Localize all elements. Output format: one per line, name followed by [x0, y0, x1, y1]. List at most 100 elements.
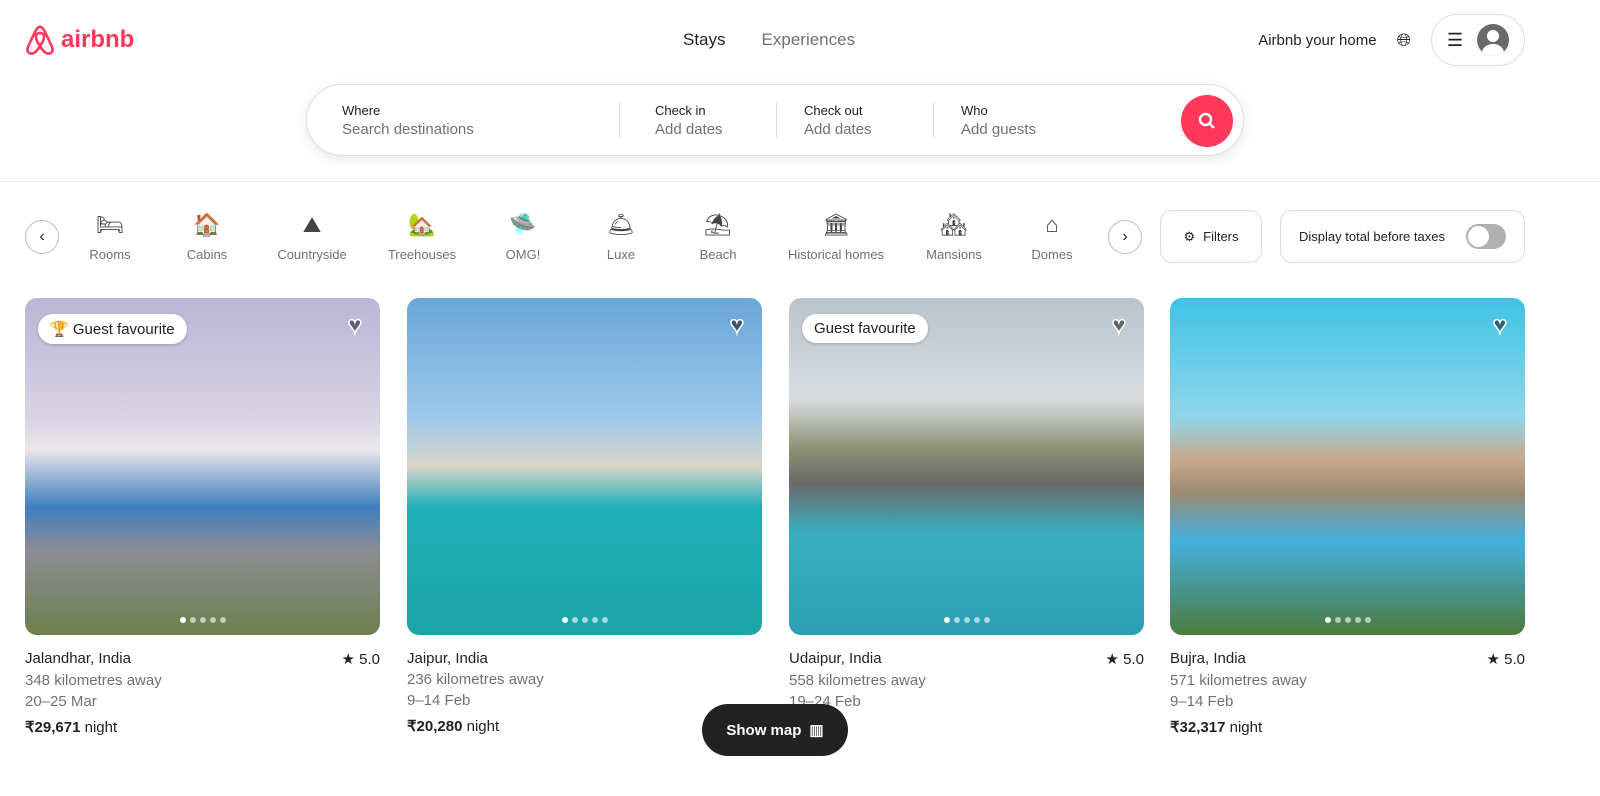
listing-photo[interactable]: 🏆 Guest favourite ♥ [25, 298, 380, 635]
category-treehouses[interactable]: 🏡 Treehouses [388, 210, 456, 262]
listing-dates: 9–14 Feb [407, 692, 471, 709]
heart-icon[interactable]: ♥ [347, 311, 363, 340]
where-label: Where [342, 102, 381, 118]
where-field[interactable]: Where Search destinations [307, 102, 619, 138]
listing-location: Udaipur, India [789, 650, 882, 667]
category-omg-[interactable]: 🛸 OMG! [506, 210, 541, 262]
filters-button[interactable]: ⚙ Filters [1160, 210, 1262, 263]
listing-dates: 19–24 Feb [789, 693, 861, 710]
user-menu-button[interactable]: ☰ [1431, 14, 1525, 66]
checkin-field[interactable]: Check in Add dates [620, 102, 776, 138]
search-icon [1198, 112, 1215, 129]
listing-photo[interactable]: ♥ [1170, 298, 1525, 635]
category-historical-homes[interactable]: 🏛 Historical homes [788, 210, 884, 262]
listing-location: Jaipur, India [407, 650, 488, 667]
brand-name: airbnb [61, 26, 135, 53]
search-button[interactable] [1181, 95, 1233, 147]
category-icon: ⛱ [704, 212, 732, 237]
category-icon: 🏡 [408, 212, 436, 237]
category-beach[interactable]: ⛱ Beach [700, 210, 737, 262]
photo-pagination-dots[interactable] [943, 617, 990, 623]
airbnb-logo[interactable]: airbnb [25, 24, 134, 56]
listing-price: ₹32,317 night [1170, 718, 1525, 736]
listing-price: ₹29,671 night [25, 718, 380, 736]
where-input[interactable]: Search destinations [342, 121, 619, 138]
category-luxe[interactable]: 🛎 Luxe [607, 210, 635, 262]
checkin-label: Check in [655, 102, 706, 118]
price-amount: ₹32,317 [1170, 719, 1226, 736]
listing-rating: ★ 5.0 [341, 651, 380, 668]
show-map-label: Show map [726, 721, 802, 739]
tab-stays[interactable]: Stays [683, 30, 726, 50]
map-icon: ▥ [809, 722, 824, 739]
tab-experiences[interactable]: Experiences [762, 30, 856, 50]
photo-pagination-dots[interactable] [1324, 617, 1371, 623]
who-value: Add guests [961, 120, 1037, 138]
globe-icon[interactable]: 🌐︎ [1397, 30, 1411, 51]
scroll-left-button[interactable]: ‹ [25, 220, 59, 254]
price-unit: night [466, 718, 500, 735]
checkin-value: Add dates [655, 120, 723, 138]
listing-card[interactable]: ♥ Jaipur, India 236 kilometres away 9–14… [407, 298, 762, 735]
price-amount: ₹20,280 [407, 718, 463, 735]
airbnb-your-home-link[interactable]: Airbnb your home [1258, 32, 1376, 49]
category-label: Countryside [277, 247, 347, 262]
category-label: Historical homes [787, 247, 885, 262]
listing-distance: 558 kilometres away [789, 672, 926, 689]
photo-pagination-dots[interactable] [179, 617, 226, 623]
category-label: OMG! [505, 247, 541, 262]
guest-favourite-badge: 🏆 Guest favourite [38, 314, 187, 344]
checkout-field[interactable]: Check out Add dates [777, 102, 933, 138]
listing-photo[interactable]: Guest favourite ♥ [789, 298, 1144, 635]
listing-location: Jalandhar, India [25, 650, 131, 667]
airbnb-logo-icon [26, 25, 54, 55]
category-icon: ⛰ [302, 212, 322, 237]
sliders-icon: ⚙ [1183, 228, 1196, 244]
price-unit: night [84, 719, 118, 736]
listing-photo[interactable]: ♥ [407, 298, 762, 635]
category-label: Treehouses [387, 247, 457, 262]
avatar [1477, 24, 1510, 56]
category-label: Beach [699, 247, 737, 262]
listing-dates: 9–14 Feb [1170, 693, 1234, 710]
category-label: Domes [1031, 247, 1073, 262]
checkout-label: Check out [804, 102, 863, 118]
filters-label: Filters [1203, 229, 1239, 244]
listing-location: Bujra, India [1170, 650, 1246, 667]
category-countryside[interactable]: ⛰ Countryside [277, 210, 346, 262]
photo-pagination-dots[interactable] [561, 617, 608, 623]
display-total-toggle-row[interactable]: Display total before taxes [1280, 210, 1525, 263]
who-field[interactable]: Who Add guests [934, 102, 1036, 138]
category-label: Cabins [186, 247, 228, 262]
listing-card[interactable]: Guest favourite ♥ Udaipur, India ★ 5.0 55… [789, 298, 1144, 735]
hamburger-icon: ☰ [1446, 29, 1464, 50]
heart-icon[interactable]: ♥ [1111, 311, 1127, 340]
category-domes[interactable]: ⌂ Domes [1031, 210, 1072, 262]
listing-distance: 348 kilometres away [25, 672, 162, 689]
chevron-left-icon: ‹ [39, 228, 45, 245]
category-label: Mansions [926, 247, 982, 262]
scroll-right-button[interactable]: › [1108, 220, 1142, 254]
heart-icon[interactable]: ♥ [1492, 311, 1508, 340]
category-rooms[interactable]: 🛏 Rooms [89, 210, 130, 262]
listing-rating: ★ 5.0 [1105, 651, 1144, 668]
category-icon: 🏛 [822, 212, 850, 237]
taxes-toggle[interactable] [1466, 224, 1506, 249]
price-amount: ₹29,671 [25, 719, 81, 736]
category-icon: ⌂ [1045, 212, 1059, 237]
taxes-label: Display total before taxes [1299, 229, 1445, 244]
heart-icon[interactable]: ♥ [729, 311, 745, 340]
category-icon: 🛎 [607, 212, 635, 237]
show-map-button[interactable]: Show map ▥ [702, 704, 848, 756]
category-icon: 🏠 [193, 212, 221, 237]
category-cabins[interactable]: 🏠 Cabins [187, 210, 227, 262]
category-label: Rooms [89, 247, 131, 262]
header: airbnb Stays Experiences Airbnb your hom… [0, 0, 1600, 182]
chevron-right-icon: › [1122, 228, 1128, 245]
listing-rating: ★ 5.0 [1486, 651, 1525, 668]
listing-card[interactable]: 🏆 Guest favourite ♥ Jalandhar, India ★ 5.… [25, 298, 380, 736]
category-icon: 🏘 [940, 212, 968, 237]
listing-dates: 20–25 Mar [25, 693, 97, 710]
category-mansions[interactable]: 🏘 Mansions [926, 210, 982, 262]
listing-card[interactable]: ♥ Bujra, India ★ 5.0 571 kilometres away … [1170, 298, 1525, 736]
